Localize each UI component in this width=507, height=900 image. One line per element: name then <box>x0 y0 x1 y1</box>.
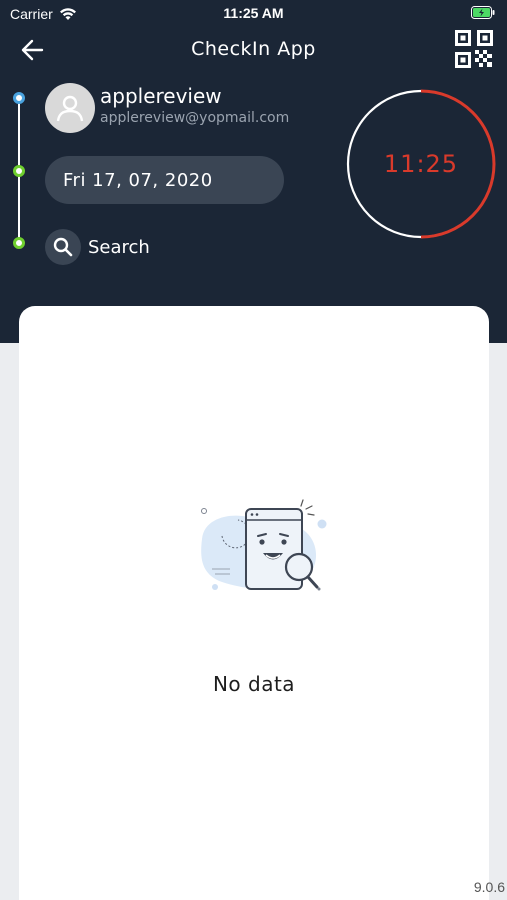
battery-icon <box>471 6 495 19</box>
app-version: 9.0.6 <box>473 879 505 895</box>
timeline-dot-date <box>13 165 25 177</box>
clock-timer: 11:25 <box>346 89 496 239</box>
status-bar: Carrier 11:25 AM <box>0 0 507 28</box>
timeline-dot-search <box>13 237 25 249</box>
status-time: 11:25 AM <box>223 5 284 21</box>
search-button[interactable]: Search <box>45 229 150 265</box>
empty-state-message: No data <box>212 672 296 696</box>
user-email: applereview@yopmail.com <box>100 110 290 126</box>
search-icon-circle <box>45 229 81 265</box>
user-icon <box>56 95 84 122</box>
content-card: No data <box>19 306 489 900</box>
search-icon <box>53 237 73 257</box>
user-name: applereview <box>100 84 222 108</box>
page-title: CheckIn App <box>191 38 316 60</box>
avatar <box>45 83 95 133</box>
timer-time: 11:25 <box>383 150 459 178</box>
date-label: Fri 17, 07, 2020 <box>63 169 213 191</box>
date-selector[interactable]: Fri 17, 07, 2020 <box>45 156 284 204</box>
qr-code-icon[interactable] <box>455 30 493 68</box>
nav-bar: CheckIn App <box>0 28 507 72</box>
timeline-dot-user <box>13 92 25 104</box>
empty-state-illustration <box>201 499 327 591</box>
search-label: Search <box>88 236 150 258</box>
